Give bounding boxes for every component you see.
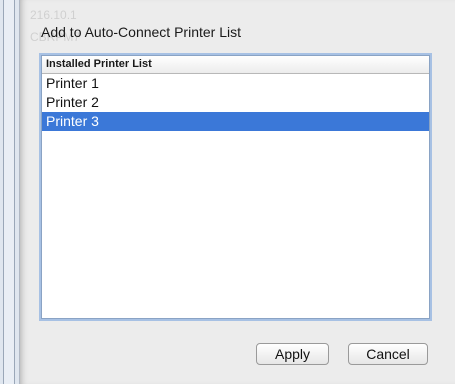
background-window-panel <box>3 0 15 384</box>
dialog-title: Add to Auto-Connect Printer List <box>41 24 241 40</box>
printer-list[interactable]: Installed Printer List Printer 1 Printer… <box>41 55 430 319</box>
printer-row-1[interactable]: Printer 1 <box>42 74 429 93</box>
background-text-1: 216.10.1 <box>30 8 77 22</box>
printer-row-2[interactable]: Printer 2 <box>42 93 429 112</box>
apply-button[interactable]: Apply <box>256 343 329 365</box>
background-window <box>0 0 20 384</box>
printer-row-3[interactable]: Printer 3 <box>42 112 429 131</box>
cancel-button[interactable]: Cancel <box>348 343 428 365</box>
list-column-header[interactable]: Installed Printer List <box>42 56 429 74</box>
add-printer-sheet: 216.10.1 CBRPM7 Add to Auto-Connect Prin… <box>20 0 455 384</box>
